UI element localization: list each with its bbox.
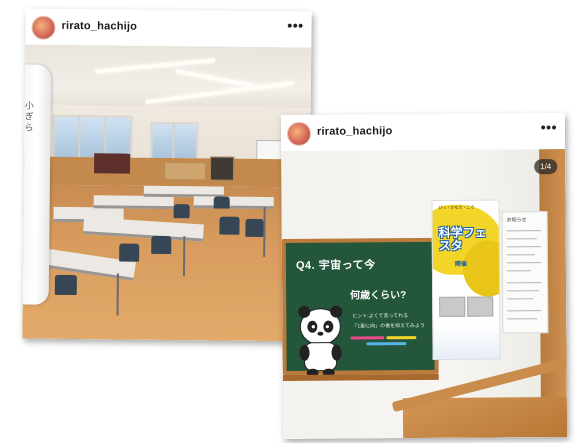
panda-illustration xyxy=(298,305,343,377)
post-card-classroom[interactable]: rirato_hachijo ••• 小 ぎ ら xyxy=(22,8,312,342)
poster-subtitle: 開催 xyxy=(454,261,467,268)
post-photo-hallway[interactable]: 1/4 Q4. 宇宙って今 何歳くらい? ヒント:よくて言ってれる 「1星に向」… xyxy=(281,149,568,439)
post-header: rirato_hachijo ••• xyxy=(280,113,566,151)
chair xyxy=(119,243,140,262)
image-counter-badge: 1/4 xyxy=(534,159,558,175)
chair xyxy=(54,274,77,296)
table xyxy=(193,196,274,210)
chalk-line-blue xyxy=(366,342,407,346)
banner-text: 小 ぎ ら xyxy=(24,100,34,133)
chair xyxy=(213,196,230,209)
piano xyxy=(94,153,131,174)
table-leg xyxy=(182,236,186,277)
cabinet xyxy=(163,161,207,181)
chair xyxy=(219,216,240,235)
chalk-line-yellow xyxy=(386,336,417,340)
text-line xyxy=(506,270,531,272)
more-options-icon[interactable]: ••• xyxy=(541,119,557,135)
text-line xyxy=(507,310,542,312)
chalk-line-pink xyxy=(350,336,385,340)
text-line xyxy=(507,290,540,292)
post-header: rirato_hachijo ••• xyxy=(25,8,312,48)
text-line xyxy=(506,254,535,256)
poster-photo xyxy=(467,296,494,317)
post-card-hallway[interactable]: rirato_hachijo ••• 1/4 Q4. 宇宙って今 何歳くらい? … xyxy=(280,113,568,439)
board-question-2: 何歳くらい? xyxy=(350,290,407,302)
poster-photo xyxy=(439,296,466,317)
chair xyxy=(151,235,172,255)
hanging-banner: 小 ぎ ら xyxy=(22,64,52,305)
text-line xyxy=(506,238,537,240)
notice-header: お知らせ xyxy=(506,217,527,224)
table xyxy=(93,195,174,210)
text-line xyxy=(507,298,534,300)
username[interactable]: rirato_hachijo xyxy=(61,20,137,33)
post-photo-classroom[interactable]: 小 ぎ ら xyxy=(22,44,312,342)
notice-poster: お知らせ xyxy=(501,211,549,334)
chalkboard: Q4. 宇宙って今 何歳くらい? ヒント:よくて言ってれる 「1星に向」の後を抑… xyxy=(281,237,439,381)
board-hint: ヒント:よくて言ってれる xyxy=(352,313,409,320)
board-question: Q4. 宇宙って今 xyxy=(295,259,376,272)
text-line xyxy=(506,230,541,232)
poster-top-text: ぴっ・かなえ・ころ xyxy=(438,204,475,210)
username[interactable]: rirato_hachijo xyxy=(317,125,393,138)
speaker xyxy=(209,156,235,181)
text-line xyxy=(506,262,541,264)
poster-footer xyxy=(433,324,500,359)
text-line xyxy=(507,318,538,320)
science-festa-poster: ぴっ・かなえ・ころ 科学フェスタ 開催 xyxy=(431,199,501,360)
text-line xyxy=(507,282,542,284)
avatar[interactable] xyxy=(286,121,312,146)
chair xyxy=(245,218,264,238)
more-options-icon[interactable]: ••• xyxy=(287,17,303,33)
poster-title: 科学フェスタ xyxy=(438,225,487,253)
text-line xyxy=(506,246,541,248)
chair xyxy=(173,204,190,219)
avatar[interactable] xyxy=(31,15,56,40)
board-hint: 「1星に向」の後を抑えてみよう xyxy=(352,322,425,330)
chalk-ledge xyxy=(282,373,439,381)
window xyxy=(150,121,199,161)
